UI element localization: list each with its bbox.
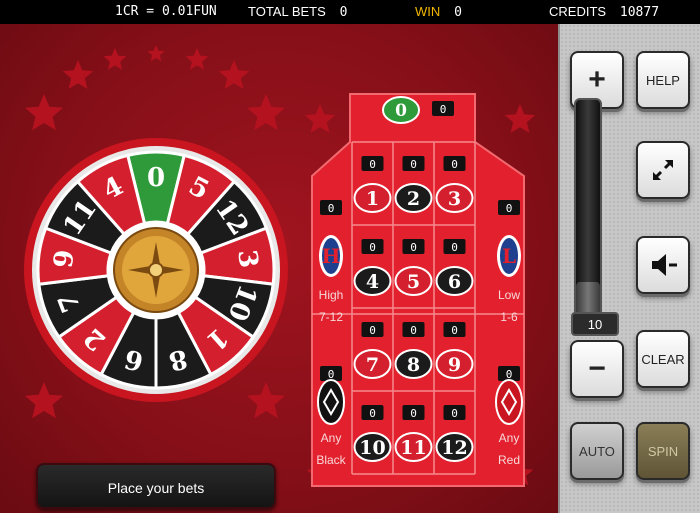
low-label: Low — [498, 288, 520, 302]
status-message: Place your bets — [36, 463, 276, 509]
any-black-label: Any — [321, 431, 342, 445]
betting-table: 0 00102030 00405060708090 0010011012H LHigh7… — [311, 93, 525, 487]
win-value: 0 — [454, 5, 462, 20]
any-black-badge-oval — [317, 379, 345, 425]
any-red-badge[interactable] — [495, 379, 523, 425]
sound-button[interactable] — [636, 236, 690, 294]
number-pocket-label: 9 — [448, 354, 461, 376]
number-pocket-label: 3 — [448, 188, 461, 210]
clear-button[interactable]: CLEAR — [636, 330, 690, 388]
high-label: High — [319, 288, 344, 302]
number-bet-value: 0 — [410, 407, 417, 420]
any-red-label2: Red — [498, 453, 520, 467]
credits-label: CREDITS — [549, 4, 607, 19]
low-range: 1-6 — [500, 310, 518, 324]
low-badge-letter: L — [502, 244, 516, 268]
number-bet-value: 0 — [451, 407, 458, 420]
number-pocket-label: 7 — [366, 354, 379, 376]
number-bet-value: 0 — [369, 324, 376, 337]
bet-value: 10 — [571, 312, 619, 336]
number-bet-value: 0 — [410, 241, 417, 254]
zero-number: 0 — [395, 101, 407, 121]
decrease-bet-button[interactable]: − — [570, 340, 624, 398]
number-pocket-label: 8 — [407, 354, 420, 376]
help-button[interactable]: HELP — [636, 51, 690, 109]
total-bets-value: 0 — [339, 5, 348, 20]
auto-button[interactable]: AUTO — [570, 422, 624, 480]
number-pocket-label: 2 — [407, 188, 420, 210]
credits: CREDITS 10877 — [549, 4, 659, 20]
side-bet-value-left: 0 — [328, 202, 335, 215]
control-panel: + HELP 10 − CLEAR AUTO SPIN — [558, 24, 700, 513]
number-bet-value: 0 — [410, 158, 417, 171]
high-badge-letter: H — [322, 244, 341, 268]
high-badge[interactable]: H — [319, 235, 343, 277]
number-bet-value: 0 — [410, 324, 417, 337]
zero-bet-value: 0 — [440, 103, 447, 116]
number-pocket-label: 5 — [407, 271, 420, 293]
credit-rate: 1CR = 0.01FUN — [115, 4, 217, 19]
number-pocket-label: 1 — [366, 188, 379, 210]
high-range: 7-12 — [319, 310, 343, 324]
number-bet-value: 0 — [451, 158, 458, 171]
spin-button[interactable]: SPIN — [636, 422, 690, 480]
any-black-badge[interactable] — [317, 379, 345, 425]
any-red-badge-oval — [495, 379, 523, 425]
number-pocket-label: 4 — [366, 271, 379, 293]
total-bets: TOTAL BETS 0 — [248, 4, 347, 20]
number-pocket-label: 6 — [448, 271, 461, 293]
bet-slider[interactable] — [574, 98, 602, 330]
number-bet-value: 0 — [369, 241, 376, 254]
number-pocket-label: 12 — [441, 437, 467, 459]
number-pocket-label: 11 — [400, 437, 426, 459]
number-bet-value: 0 — [369, 407, 376, 420]
number-bet-value: 0 — [451, 324, 458, 337]
any-red-label: Any — [499, 431, 520, 445]
fullscreen-arrows-icon — [653, 160, 673, 180]
number-pocket-label: 10 — [359, 437, 385, 459]
number-bet-value: 0 — [369, 158, 376, 171]
win: WIN 0 — [415, 4, 462, 20]
top-bar: 1CR = 0.01FUN TOTAL BETS 0 WIN 0 CREDITS… — [0, 0, 700, 24]
any-black-label2: Black — [316, 453, 346, 467]
credits-value: 10877 — [619, 5, 660, 20]
win-label: WIN — [415, 4, 441, 19]
low-badge[interactable]: L — [497, 235, 521, 277]
speaker-icon — [652, 254, 677, 276]
fullscreen-button[interactable] — [636, 141, 690, 199]
side-bet-value-right: 0 — [506, 202, 513, 215]
total-bets-label: TOTAL BETS — [248, 4, 326, 19]
number-bet-value: 0 — [451, 241, 458, 254]
game-area: 0 5 12 3 10 1 8 6 2 7 9 11 4 00010203000405060708090… — [0, 24, 558, 513]
